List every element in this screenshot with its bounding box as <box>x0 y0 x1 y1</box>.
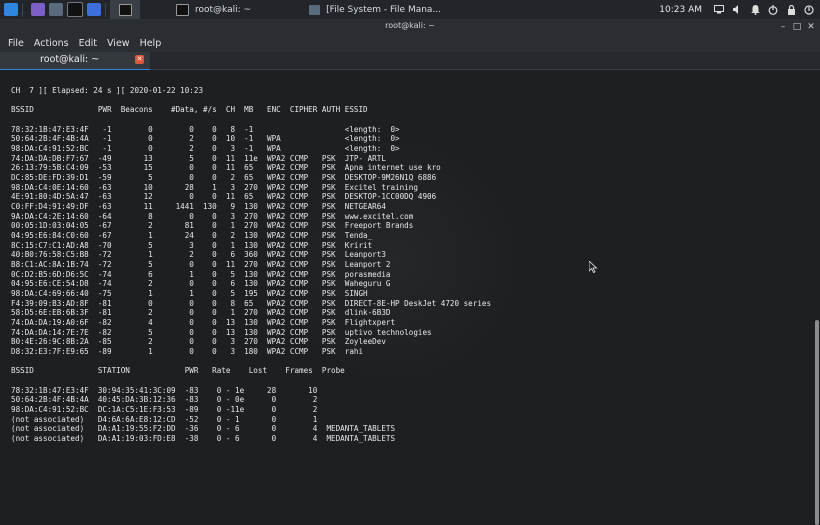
terminal-line: 8C:15:C7:C1:AD:A8 -70 5 3 0 1 130 WPA2 C… <box>11 240 373 250</box>
terminal-line: 78:32:1B:47:E3:4F -1 0 0 0 8 -1 <length:… <box>11 124 400 134</box>
terminal-line: (not associated) DA:A1:19:55:F2:DD -36 0… <box>11 424 396 434</box>
terminal-line: 26:13:79:5B:C4:09 -53 15 0 0 11 65 WPA2 … <box>11 163 441 173</box>
power-icon[interactable] <box>766 0 780 19</box>
minimize-button[interactable]: – <box>776 20 790 34</box>
terminal-line: C0:FF:D4:91:49:DF -63 11 1441 130 9 130 … <box>11 202 386 212</box>
terminal-line: (not associated) DA:A1:19:03:FD:E8 -38 0… <box>11 434 396 444</box>
terminal-line: BSSID PWR Beacons #Data, #/s CH MB ENC C… <box>11 105 368 115</box>
terminal-line: 98:DA:C4:91:52:BC DC:1A:C5:1E:F3:53 -89 … <box>11 405 318 415</box>
terminal-line: 74:DA:DA:19:A0:6F -82 4 0 0 13 130 WPA2 … <box>11 318 396 328</box>
terminal-line: B0:4E:26:9C:8B:2A -85 2 0 0 3 270 WPA2 C… <box>11 337 386 347</box>
terminal-line: 98:DA:C4:91:52:BC -1 0 2 0 3 -1 WPA <len… <box>11 144 400 154</box>
taskbar-workspace-1[interactable] <box>110 0 140 19</box>
window-titlebar[interactable]: root@kali: ~ – □ ✕ <box>0 20 820 34</box>
terminal-line: 00:05:1D:03:04:05 -67 2 81 0 1 270 WPA2 … <box>11 221 414 231</box>
terminal-line: CH 7 ][ Elapsed: 24 s ][ 2020-01-22 10:2… <box>11 86 204 95</box>
menu-file[interactable]: File <box>8 38 24 49</box>
terminal-line: 9A:DA:C4:2E:14:60 -64 8 0 0 3 270 WPA2 C… <box>11 211 414 221</box>
terminal-window-icon <box>118 3 132 16</box>
terminal-line: 04:95:E6:CE:54:D8 -74 2 0 0 6 130 WPA2 C… <box>11 279 391 289</box>
taskbar: root@kali: ~ [File System - File Mana...… <box>0 0 820 20</box>
terminal-line: 04:95:E6:84:C0:60 -67 1 24 0 2 130 WPA2 … <box>11 231 373 241</box>
terminal-line: B8:C1:AC:8A:1B:74 -72 5 0 0 11 270 WPA2 … <box>11 260 391 270</box>
terminal-line: 98:DA:C4:69:66:40 -75 1 1 0 5 195 WPA2 C… <box>11 289 368 299</box>
terminal-line: 98:DA:C4:0E:14:60 -63 10 28 1 3 270 WPA2… <box>11 182 418 192</box>
mouse-cursor-icon <box>588 258 598 277</box>
show-desktop-icon[interactable] <box>31 3 45 16</box>
tab-close-icon[interactable]: ✕ <box>135 55 144 64</box>
taskbar-separator <box>105 2 106 17</box>
terminal-line: DC:85:DE:FD:39:D1 -59 5 0 0 2 65 WPA2 CC… <box>11 173 437 183</box>
menu-help[interactable]: Help <box>140 38 162 49</box>
display-icon[interactable] <box>712 0 726 19</box>
scrollbar-thumb[interactable] <box>815 320 819 525</box>
taskbar-task-file-manager[interactable]: [File System - File Mana... <box>303 0 447 19</box>
system-tray: 10:23 AM <box>659 0 820 19</box>
taskbar-task-label: [File System - File Mana... <box>326 4 442 15</box>
kali-menu-icon[interactable] <box>4 3 18 16</box>
terminal-line: 4E:91:80:4D:5A:47 -63 12 0 0 11 65 WPA2 … <box>11 192 437 202</box>
file-manager-icon[interactable] <box>49 3 63 16</box>
speaker-icon[interactable] <box>730 0 744 19</box>
tab-terminal[interactable]: root@kali: ~ ✕ <box>0 52 150 71</box>
terminal-line: D8:32:E3:7F:E9:65 -89 1 0 0 3 180 WPA2 C… <box>11 347 364 357</box>
terminal-icon[interactable] <box>67 2 83 17</box>
menu-edit[interactable]: Edit <box>79 38 97 49</box>
logout-icon[interactable] <box>802 0 816 19</box>
window-controls: – □ ✕ <box>776 20 818 34</box>
terminal-task-icon <box>176 3 189 16</box>
terminal-line: 58:D5:6E:EB:6B:3F -81 2 0 0 1 270 WPA2 C… <box>11 308 391 318</box>
terminal-line: 0C:D2:B5:6D:D6:5C -74 6 1 0 5 130 WPA2 C… <box>11 269 391 279</box>
folder-task-icon <box>309 4 321 15</box>
terminal-scrollbar[interactable] <box>814 70 820 525</box>
taskbar-task-label: root@kali: ~ <box>195 4 252 15</box>
terminal-line: 74:DA:DA:14:7E:7E -82 5 0 0 13 130 WPA2 … <box>11 327 432 337</box>
terminal-line: 74:DA:DA:DB:F7:67 -49 13 5 0 11 11e WPA2… <box>11 153 386 163</box>
terminal-line: BSSID STATION PWR Rate Lost Frames Probe <box>11 366 345 376</box>
terminal-line: 40:B0:76:58:C5:B8 -72 1 2 0 6 360 WPA2 C… <box>11 250 386 260</box>
close-button[interactable]: ✕ <box>804 20 818 34</box>
window-title: root@kali: ~ <box>385 21 435 30</box>
tab-bar: root@kali: ~ ✕ <box>0 52 820 71</box>
terminal-line: (not associated) D4:6A:6A:E8:12:CD -52 0… <box>11 414 318 424</box>
menu-actions[interactable]: Actions <box>34 38 69 49</box>
terminal-line: F4:39:09:B3:AD:8F -81 0 0 0 8 65 WPA2 CC… <box>11 298 492 308</box>
taskbar-separator <box>22 2 23 17</box>
tab-label: root@kali: ~ <box>40 54 100 65</box>
terminal-line: 78:32:1B:47:E3:4F 30:94:35:41:3C:09 -83 … <box>11 385 318 395</box>
terminal-line: 50:64:2B:4F:4B:4A -1 0 2 0 10 -1 WPA <le… <box>11 134 400 144</box>
menubar: File Actions Edit View Help <box>0 34 820 52</box>
terminal-line: 50:64:2B:4F:4B:4A 40:45:DA:3B:12:36 -83 … <box>11 395 318 405</box>
taskbar-task-terminal[interactable]: root@kali: ~ <box>170 0 257 19</box>
maximize-button[interactable]: □ <box>790 20 804 34</box>
clock[interactable]: 10:23 AM <box>659 5 702 15</box>
menu-view[interactable]: View <box>107 38 130 49</box>
lock-icon[interactable] <box>784 0 798 19</box>
browser-icon[interactable] <box>87 3 101 16</box>
terminal-output[interactable]: CH 7 ][ Elapsed: 24 s ][ 2020-01-22 10:2… <box>0 70 814 461</box>
notification-bell-icon[interactable] <box>748 0 762 19</box>
